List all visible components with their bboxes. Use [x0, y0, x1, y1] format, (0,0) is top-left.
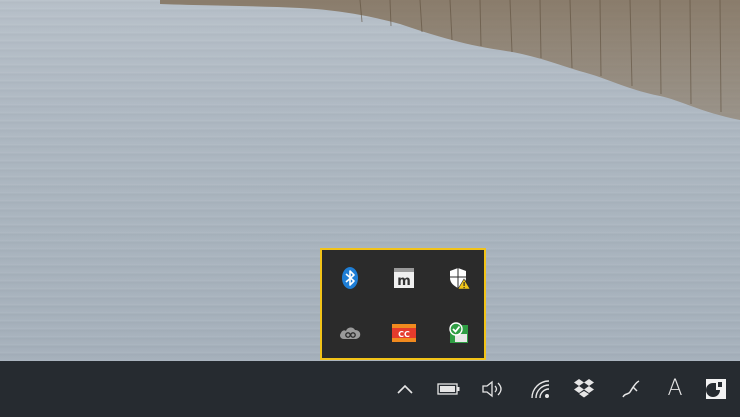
- svg-text:CC: CC: [398, 330, 410, 339]
- bluetooth-icon[interactable]: [337, 265, 363, 291]
- update-check-icon[interactable]: [446, 320, 472, 346]
- svg-text:m: m: [397, 274, 411, 289]
- wifi-icon[interactable]: [528, 376, 554, 402]
- volume-icon[interactable]: [480, 376, 506, 402]
- mailbird-icon[interactable]: m: [391, 265, 417, 291]
- cc-app-icon[interactable]: CC: [391, 320, 417, 346]
- pen-workspace-icon[interactable]: [618, 376, 644, 402]
- input-language-label: A: [667, 376, 683, 401]
- input-language-icon[interactable]: A: [664, 376, 686, 402]
- dropbox-icon[interactable]: [571, 376, 597, 402]
- hidden-icons-flyout: m CC: [320, 248, 486, 360]
- battery-icon[interactable]: [436, 376, 462, 402]
- windows-security-warning-icon[interactable]: [446, 265, 472, 291]
- reeds-image: [160, 0, 740, 120]
- chevron-up-icon[interactable]: [394, 376, 416, 402]
- notification-center-icon[interactable]: [704, 376, 728, 402]
- taskbar: A: [0, 361, 740, 417]
- creative-cloud-icon[interactable]: [337, 320, 363, 346]
